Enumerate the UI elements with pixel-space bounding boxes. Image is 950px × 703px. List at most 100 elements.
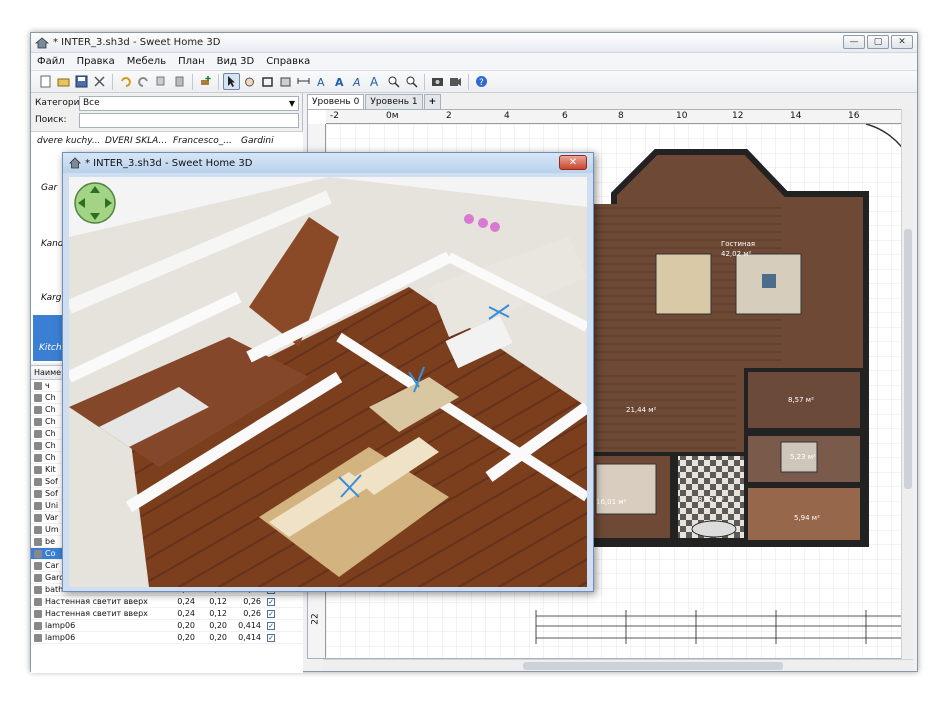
furniture-width: 0,20	[177, 633, 195, 642]
furniture-icon	[34, 418, 42, 426]
view-3d-window[interactable]: * INTER_3.sh3d - Sweet Home 3D ✕	[62, 152, 594, 592]
redo-icon[interactable]	[135, 73, 152, 90]
menu-bar: Файл Правка Мебель План Вид 3D Справка	[31, 53, 917, 71]
create-dimensions-icon[interactable]	[295, 73, 312, 90]
furniture-icon	[34, 586, 42, 594]
interior-3d-render[interactable]	[69, 177, 587, 587]
ruler-mark: 14	[790, 111, 802, 121]
menu-3d-view[interactable]: Вид 3D	[211, 56, 261, 67]
ruler-mark: 6	[562, 111, 568, 121]
search-input[interactable]	[79, 113, 299, 128]
visible-checkbox[interactable]: ✓	[267, 634, 275, 642]
furniture-icon	[34, 394, 42, 402]
furniture-name: Настенная светит вверх	[45, 597, 148, 606]
furniture-depth: 0,20	[209, 633, 227, 642]
close-button[interactable]: ✕	[559, 155, 587, 170]
create-walls-icon[interactable]	[259, 73, 276, 90]
room-area: 42,02 м²	[721, 250, 752, 258]
scroll-thumb[interactable]	[904, 229, 912, 489]
catalog-item[interactable]: Karg	[41, 293, 62, 303]
menu-plan[interactable]: План	[172, 56, 211, 67]
open-folder-icon[interactable]	[55, 73, 72, 90]
view-3d-title-bar[interactable]: * INTER_3.sh3d - Sweet Home 3D	[63, 153, 593, 173]
category-label: Категория	[35, 98, 85, 108]
furniture-depth: 0,12	[209, 597, 227, 606]
zoom-in-icon[interactable]	[385, 73, 402, 90]
ruler-mark: 10	[676, 111, 688, 121]
create-rooms-icon[interactable]	[277, 73, 294, 90]
furniture-icon	[34, 610, 42, 618]
paste-icon[interactable]	[171, 73, 188, 90]
room-area: 16,01 м²	[596, 498, 627, 506]
tab-level-1[interactable]: Уровень 1	[365, 94, 423, 109]
furniture-depth: 0,12	[209, 609, 227, 618]
undo-icon[interactable]	[117, 73, 134, 90]
tab-level-0[interactable]: Уровень 0	[307, 94, 365, 109]
visible-checkbox[interactable]: ✓	[267, 598, 275, 606]
help-icon[interactable]: ?	[473, 73, 490, 90]
view-3d-canvas[interactable]	[69, 177, 587, 587]
navigation-arrows-icon[interactable]	[73, 181, 117, 225]
pan-hand-icon[interactable]	[241, 73, 258, 90]
visible-checkbox[interactable]: ✓	[267, 610, 275, 618]
catalog-item[interactable]: Francesco_...	[167, 136, 235, 146]
ruler-mark: 16	[848, 111, 860, 121]
select-arrow-icon[interactable]	[223, 73, 240, 90]
save-icon[interactable]	[73, 73, 90, 90]
menu-file[interactable]: Файл	[31, 56, 71, 67]
vertical-scrollbar[interactable]	[901, 109, 913, 659]
copy-icon[interactable]	[153, 73, 170, 90]
text-size-icon[interactable]: A	[367, 73, 384, 90]
minimize-button[interactable]: —	[843, 35, 865, 49]
new-file-icon[interactable]	[37, 73, 54, 90]
text-bold-icon[interactable]: A	[331, 73, 348, 90]
window-title: * INTER_3.sh3d - Sweet Home 3D	[53, 37, 221, 48]
furniture-row[interactable]: Настенная светит вверх 0,24 0,12 0,26 ✓	[31, 608, 303, 620]
scroll-thumb[interactable]	[523, 662, 783, 670]
sweet-home-icon	[69, 157, 81, 169]
catalog-item[interactable]: Kand	[41, 239, 64, 249]
furniture-icon	[34, 406, 42, 414]
maximize-button[interactable]: ▢	[867, 35, 889, 49]
furniture-row[interactable]: Настенная светит вверх 0,24 0,12 0,26 ✓	[31, 596, 303, 608]
cut-icon[interactable]	[91, 73, 108, 90]
furniture-row[interactable]: lamp06 0,20 0,20 0,414 ✓	[31, 632, 303, 644]
ruler-mark: 2	[446, 111, 452, 121]
furniture-width: 0,24	[177, 609, 195, 618]
ruler-horizontal: -2 0м 2 4 6 8 10 12 14 16	[326, 110, 912, 124]
room-area: 5,23 м²	[790, 453, 816, 461]
catalog-item[interactable]: Gar	[41, 183, 57, 193]
catalog-item-selected[interactable]: Kitch	[33, 315, 65, 361]
photo-camera-icon[interactable]	[429, 73, 446, 90]
furniture-height: 0,414	[238, 633, 261, 642]
add-text-icon[interactable]: A	[313, 73, 330, 90]
room-area: 8,92 м²	[698, 496, 724, 504]
furniture-icon	[34, 514, 42, 522]
sweet-home-icon	[35, 36, 49, 48]
furniture-row[interactable]: lamp06 0,20 0,20 0,414 ✓	[31, 620, 303, 632]
menu-help[interactable]: Справка	[260, 56, 316, 67]
catalog-item[interactable]: dvere kuchy...	[31, 136, 99, 146]
close-button[interactable]: ✕	[891, 35, 913, 49]
menu-edit[interactable]: Правка	[71, 56, 121, 67]
video-camera-icon[interactable]	[447, 73, 464, 90]
add-level-button[interactable]: +	[423, 94, 442, 109]
furniture-icon	[34, 502, 42, 510]
text-italic-icon[interactable]: A	[349, 73, 366, 90]
catalog-item[interactable]: Gardini	[235, 136, 303, 146]
catalog-item[interactable]: DVERI SKLA...	[99, 136, 167, 146]
menu-furniture[interactable]: Мебель	[121, 56, 172, 67]
zoom-out-icon[interactable]	[403, 73, 420, 90]
title-bar[interactable]: * INTER_3.sh3d - Sweet Home 3D — ▢ ✕	[31, 33, 917, 53]
ruler-mark: 0м	[386, 111, 399, 121]
category-select[interactable]: Все ▼	[79, 96, 299, 111]
toolbar: A A A A ?	[31, 71, 917, 93]
furniture-name: Настенная светит вверх	[45, 609, 148, 618]
visible-checkbox[interactable]: ✓	[267, 622, 275, 630]
horizontal-scrollbar[interactable]	[323, 659, 913, 671]
svg-text:?: ?	[479, 78, 484, 88]
furniture-height: 0,414	[238, 621, 261, 630]
add-furniture-icon[interactable]	[197, 73, 214, 90]
furniture-icon	[34, 550, 42, 558]
svg-text:A: A	[370, 75, 379, 88]
